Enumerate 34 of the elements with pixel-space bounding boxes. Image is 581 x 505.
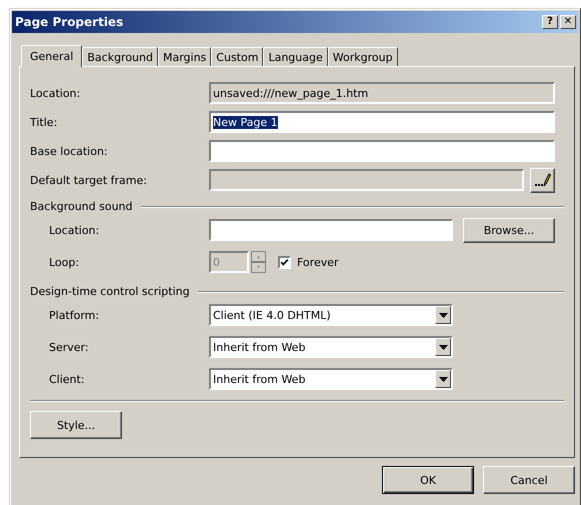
tab[interactable]: Custom — [211, 47, 264, 66]
spinner-arrows[interactable] — [251, 251, 266, 273]
section-heading: Design-time control scripting — [30, 285, 190, 298]
browse-button[interactable] — [530, 168, 555, 192]
close-button[interactable]: ✕ — [560, 15, 576, 29]
ok-button[interactable]: OK — [382, 466, 474, 494]
field-label: Platform: — [48, 308, 100, 322]
dropdown[interactable]: Inherit from Web — [209, 368, 453, 390]
tab[interactable]: Workgroup — [328, 47, 398, 66]
field-label: Loop: — [48, 256, 80, 268]
tab[interactable]: Background — [82, 47, 158, 66]
field-label: Location: — [48, 224, 100, 236]
pencil-icon — [534, 173, 551, 187]
field-label: Default target frame: — [30, 174, 148, 186]
field-label: Server: — [48, 340, 90, 354]
input-field[interactable]: unsaved:///new_page_1.htm — [209, 82, 555, 104]
field-label: Client: — [48, 372, 86, 386]
cancel-button[interactable]: Cancel — [483, 466, 575, 494]
input-field[interactable] — [209, 140, 555, 162]
dropdown[interactable]: Client (IE 4.0 DHTML) — [209, 304, 453, 326]
style-button[interactable]: Style... — [30, 411, 122, 439]
input-field[interactable]: New Page 1 — [209, 111, 555, 133]
section-heading: Background sound — [30, 200, 133, 213]
field-label: Location: — [30, 86, 82, 100]
tab[interactable]: General — [21, 45, 82, 67]
tab[interactable]: Margins — [158, 47, 212, 66]
browse-button[interactable]: Browse... — [463, 218, 555, 242]
input-field[interactable] — [209, 219, 453, 241]
field-label: Title: — [30, 116, 58, 128]
help-button[interactable]: ? — [542, 15, 558, 29]
tab[interactable]: Language — [263, 47, 328, 66]
window-title: Page Properties — [15, 15, 124, 29]
field-label: Base location: — [30, 144, 109, 158]
dropdown[interactable]: Inherit from Web — [209, 336, 453, 358]
